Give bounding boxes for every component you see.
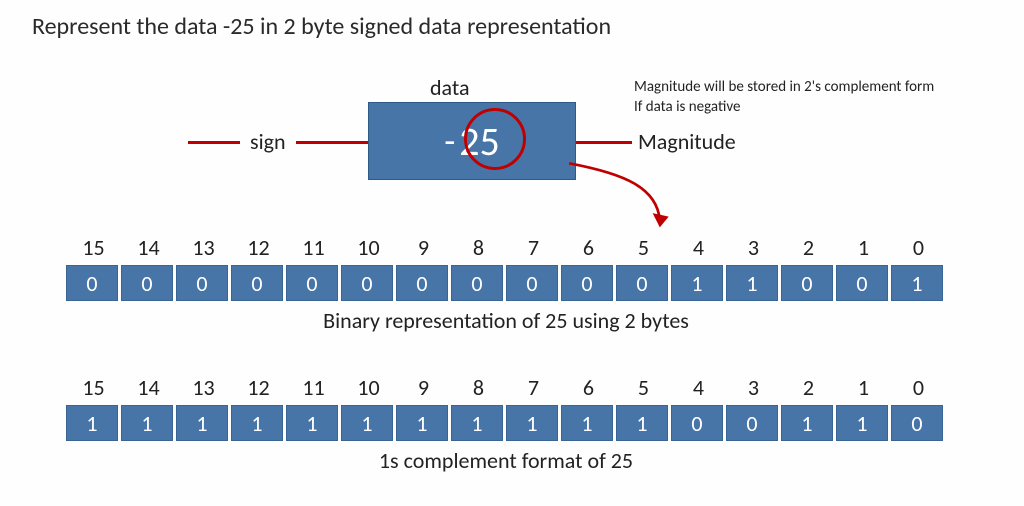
bit-index: 1: [836, 374, 891, 401]
circle-icon: [464, 108, 526, 170]
bit-index: 9: [396, 234, 451, 261]
bit-index: 13: [176, 374, 231, 401]
bit-index: 12: [231, 374, 286, 401]
bit-cell: 1: [561, 405, 613, 441]
bit-indices-row1: 1514131211109876543210: [66, 234, 946, 261]
bit-cell: 0: [231, 265, 283, 301]
decorative-line: [188, 141, 240, 144]
bit-cell: 1: [341, 405, 393, 441]
bit-row-1: 0000000000011001: [66, 265, 946, 301]
bit-index: 14: [121, 234, 176, 261]
sign-label: sign: [250, 128, 286, 155]
caption-row2: 1s complement format of 25: [66, 447, 946, 474]
magnitude-label: Magnitude: [638, 128, 736, 155]
bit-index: 0: [891, 234, 946, 261]
bit-index: 7: [506, 234, 561, 261]
bit-cell: 0: [121, 265, 173, 301]
bit-cell: 1: [836, 405, 888, 441]
bit-index: 10: [341, 374, 396, 401]
bit-index: 7: [506, 374, 561, 401]
bit-index: 2: [781, 234, 836, 261]
bit-index: 14: [121, 374, 176, 401]
bit-index: 3: [726, 374, 781, 401]
bit-index: 8: [451, 234, 506, 261]
bit-index: 10: [341, 234, 396, 261]
bit-index: 15: [66, 234, 121, 261]
bit-cell: 0: [836, 265, 888, 301]
bit-cell: 1: [781, 405, 833, 441]
bit-cell: 0: [66, 265, 118, 301]
bit-index: 12: [231, 234, 286, 261]
bit-indices-row2: 1514131211109876543210: [66, 374, 946, 401]
bit-index: 6: [561, 374, 616, 401]
bit-index: 3: [726, 234, 781, 261]
bit-cell: 0: [616, 265, 668, 301]
bit-cell: 1: [506, 405, 558, 441]
bit-index: 15: [66, 374, 121, 401]
bit-cell: 0: [561, 265, 613, 301]
minus-sign: -: [444, 119, 455, 163]
caption-row1: Binary representation of 25 using 2 byte…: [66, 307, 946, 334]
bit-index: 1: [836, 234, 891, 261]
bit-cell: 1: [726, 265, 778, 301]
bit-cell: 0: [726, 405, 778, 441]
bit-cell: 0: [286, 265, 338, 301]
bit-cell: 0: [176, 265, 228, 301]
bit-cell: 1: [176, 405, 228, 441]
bit-index: 5: [616, 374, 671, 401]
bit-index: 0: [891, 374, 946, 401]
bit-cell: 1: [121, 405, 173, 441]
bit-cell: 0: [781, 265, 833, 301]
bit-cell: 0: [891, 405, 943, 441]
bit-cell: 1: [451, 405, 503, 441]
bit-cell: 0: [506, 265, 558, 301]
bit-cell: 0: [671, 405, 723, 441]
page-title: Represent the data -25 in 2 byte signed …: [32, 12, 611, 41]
bit-cell: 0: [396, 265, 448, 301]
bit-cell: 0: [451, 265, 503, 301]
note-text: Magnitude will be stored in 2's compleme…: [634, 78, 934, 117]
bit-cell: 1: [616, 405, 668, 441]
bit-cell: 1: [66, 405, 118, 441]
bit-index: 2: [781, 374, 836, 401]
bit-index: 4: [671, 234, 726, 261]
bit-cell: 1: [231, 405, 283, 441]
curved-arrow-icon: [556, 158, 696, 238]
bit-cell: 1: [286, 405, 338, 441]
bit-index: 9: [396, 374, 451, 401]
bit-index: 11: [286, 234, 341, 261]
data-label: data: [430, 74, 470, 101]
bit-cell: 1: [891, 265, 943, 301]
bit-group-ones-complement: 1514131211109876543210 1111111111100110 …: [66, 374, 946, 474]
bit-index: 6: [561, 234, 616, 261]
bit-index: 4: [671, 374, 726, 401]
bit-index: 11: [286, 374, 341, 401]
bit-cell: 0: [341, 265, 393, 301]
bit-index: 8: [451, 374, 506, 401]
bit-row-2: 1111111111100110: [66, 405, 946, 441]
bit-index: 13: [176, 234, 231, 261]
bit-index: 5: [616, 234, 671, 261]
bit-cell: 1: [396, 405, 448, 441]
bit-group-binary: 1514131211109876543210 0000000000011001 …: [66, 234, 946, 334]
bit-cell: 1: [671, 265, 723, 301]
